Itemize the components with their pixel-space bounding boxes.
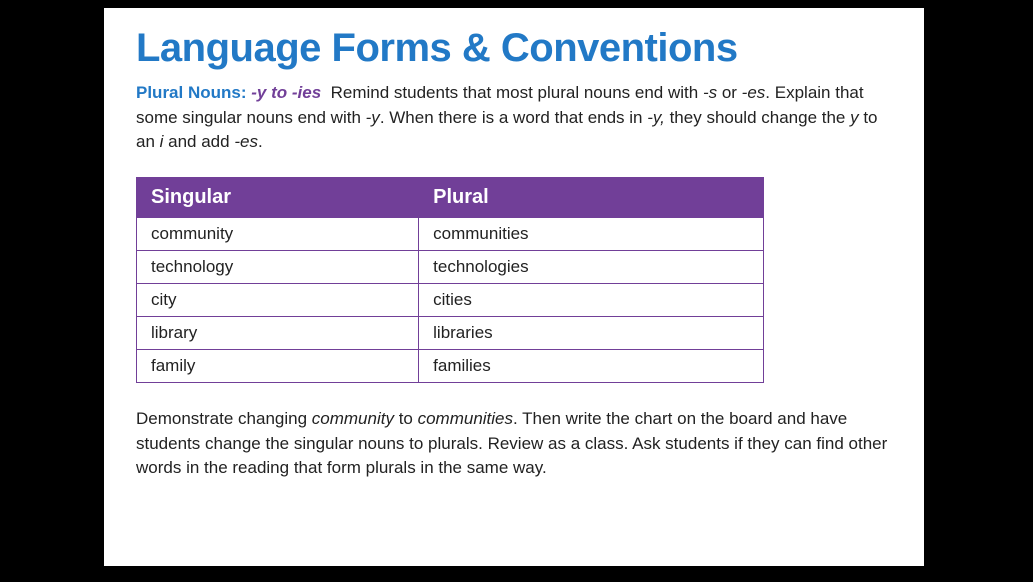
footer-text: to [394, 409, 418, 428]
cell-singular: library [137, 316, 419, 349]
plurals-table: Singular Plural community communities te… [136, 177, 764, 383]
footer-em: community [312, 409, 394, 428]
intro-em: -s [703, 83, 717, 102]
footer-paragraph: Demonstrate changing community to commun… [136, 407, 892, 481]
intro-em: -y, [647, 108, 665, 127]
intro-text: or [717, 83, 742, 102]
intro-text: and add [163, 132, 234, 151]
intro-em: -y [366, 108, 380, 127]
cell-plural: libraries [419, 316, 764, 349]
cell-singular: family [137, 349, 419, 382]
lead-label: Plural Nouns: [136, 83, 247, 102]
table-row: city cities [137, 283, 764, 316]
cell-singular: community [137, 217, 419, 250]
cell-singular: city [137, 283, 419, 316]
cell-plural: cities [419, 283, 764, 316]
lead-sub: -y to -ies [251, 83, 321, 102]
intro-text: . When there is a word that ends in [380, 108, 647, 127]
intro-em: -es [234, 132, 258, 151]
col-header-plural: Plural [419, 177, 764, 217]
cell-plural: families [419, 349, 764, 382]
table-row: community communities [137, 217, 764, 250]
table-row: technology technologies [137, 250, 764, 283]
table-header-row: Singular Plural [137, 177, 764, 217]
table-row: family families [137, 349, 764, 382]
col-header-singular: Singular [137, 177, 419, 217]
footer-em: communities [418, 409, 513, 428]
intro-em: y [850, 108, 859, 127]
table-row: library libraries [137, 316, 764, 349]
intro-text: . [258, 132, 263, 151]
document-page: Language Forms & Conventions Plural Noun… [104, 8, 924, 566]
intro-em: -es [742, 83, 766, 102]
intro-text: they should change the [665, 108, 850, 127]
footer-text: Demonstrate changing [136, 409, 312, 428]
cell-plural: technologies [419, 250, 764, 283]
page-title: Language Forms & Conventions [136, 26, 892, 71]
cell-plural: communities [419, 217, 764, 250]
intro-text: Remind students that most plural nouns e… [331, 83, 703, 102]
intro-paragraph: Plural Nouns: -y to -ies Remind students… [136, 81, 892, 155]
cell-singular: technology [137, 250, 419, 283]
